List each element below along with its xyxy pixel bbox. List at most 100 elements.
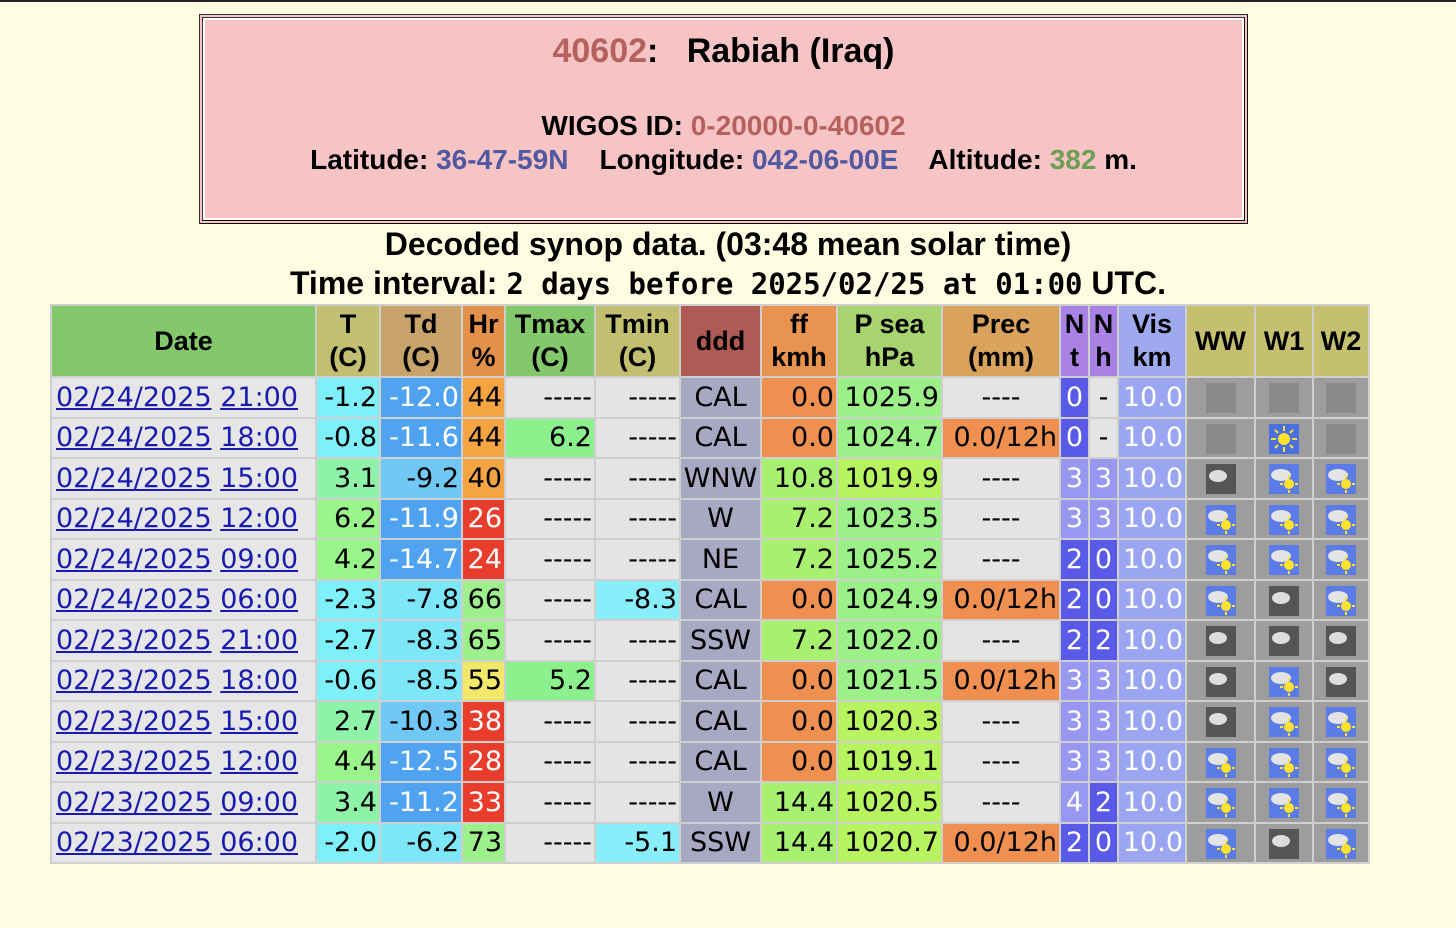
date-cell: 02/23/2025 09:00	[52, 783, 315, 822]
low-cloud-cell: 3	[1090, 702, 1117, 741]
time-link[interactable]: 06:00	[220, 584, 298, 615]
date-link[interactable]: 02/23/2025	[56, 787, 212, 818]
col-vis-l1: Vis	[1131, 309, 1173, 339]
cloud-sun-icon	[1269, 464, 1299, 494]
cloud-moon-icon	[1326, 626, 1356, 656]
col-psea-l2: hPa	[864, 342, 915, 372]
weather-w1-cell	[1256, 702, 1312, 741]
col-tmax: Tmax (C)	[506, 306, 594, 376]
page-heading: Decoded synop data. (03:48 mean solar ti…	[384, 226, 1072, 262]
precipitation-cell: ----	[943, 459, 1059, 498]
time-link[interactable]: 21:00	[220, 382, 298, 413]
precipitation-cell: ----	[943, 621, 1059, 660]
date-cell: 02/23/2025 15:00	[52, 702, 315, 741]
tmax-cell: -----	[506, 742, 594, 781]
temperature-cell: -1.2	[317, 378, 379, 417]
weather-ww-cell	[1187, 621, 1254, 660]
dewpoint-cell: -8.5	[381, 661, 461, 700]
date-link[interactable]: 02/23/2025	[56, 706, 212, 737]
wind-direction-cell: W	[681, 499, 760, 538]
col-t: T (C)	[317, 306, 379, 376]
col-ff-l2: kmh	[771, 342, 827, 372]
table-row: 02/24/2025 06:00 -2.3 -7.8 66 ----- -8.3 CAL 0.…	[52, 580, 1368, 619]
date-link[interactable]: 02/24/2025	[56, 382, 212, 413]
wigos-label: WIGOS ID:	[541, 110, 683, 141]
date-cell: 02/23/2025 18:00	[52, 661, 315, 700]
date-link[interactable]: 02/24/2025	[56, 584, 212, 615]
visibility-cell: 10.0	[1119, 823, 1185, 862]
weather-w1-cell	[1256, 459, 1312, 498]
time-interval-suffix: UTC.	[1091, 265, 1167, 301]
visibility-cell: 10.0	[1119, 702, 1185, 741]
weather-w1-cell	[1256, 378, 1312, 417]
date-link[interactable]: 02/24/2025	[56, 544, 212, 575]
wind-speed-cell: 0.0	[762, 661, 836, 700]
date-link[interactable]: 02/23/2025	[56, 827, 212, 858]
date-cell: 02/24/2025 18:00	[52, 418, 315, 457]
total-cloud-cell: 2	[1061, 580, 1088, 619]
weather-ww-cell	[1187, 783, 1254, 822]
humidity-cell: 44	[463, 418, 504, 457]
time-link[interactable]: 18:00	[220, 422, 298, 453]
low-cloud-cell: 0	[1090, 580, 1117, 619]
moon-icon	[1326, 383, 1356, 413]
humidity-cell: 40	[463, 459, 504, 498]
time-link[interactable]: 21:00	[220, 625, 298, 656]
time-link[interactable]: 15:00	[220, 706, 298, 737]
date-link[interactable]: 02/24/2025	[56, 422, 212, 453]
col-w1: W1	[1256, 306, 1312, 376]
visibility-cell: 10.0	[1119, 459, 1185, 498]
weather-ww-cell	[1187, 661, 1254, 700]
low-cloud-cell: 3	[1090, 459, 1117, 498]
date-cell: 02/24/2025 15:00	[52, 459, 315, 498]
date-link[interactable]: 02/24/2025	[56, 503, 212, 534]
cloud-moon-icon	[1205, 666, 1236, 697]
wind-speed-cell: 0.0	[762, 378, 836, 417]
coordinates-line: Latitude: 36-47-59N Longitude: 042-06-00…	[203, 144, 1244, 176]
weather-ww-cell	[1187, 823, 1254, 862]
wind-direction-cell: CAL	[681, 702, 760, 741]
col-td-l2: (C)	[402, 342, 440, 372]
time-link[interactable]: 18:00	[220, 665, 298, 696]
time-link[interactable]: 09:00	[220, 544, 298, 575]
cloud-moon-icon	[1205, 626, 1236, 656]
altitude-unit: m.	[1104, 144, 1137, 175]
humidity-cell: 55	[463, 661, 504, 700]
col-w2: W2	[1314, 306, 1368, 376]
date-link[interactable]: 02/24/2025	[56, 463, 212, 494]
time-link[interactable]: 15:00	[220, 463, 298, 494]
wind-direction-cell: CAL	[681, 378, 760, 417]
longitude-label: Longitude:	[599, 144, 745, 175]
col-hr-l2: %	[471, 342, 496, 372]
time-interval-value: 2 days before 2025/02/25 at 01:00	[506, 267, 1083, 301]
date-link[interactable]: 02/23/2025	[56, 665, 212, 696]
table-row: 02/23/2025 12:00 4.4 -12.5 28 ----- ----- CAL 0…	[52, 742, 1368, 781]
time-link[interactable]: 06:00	[220, 827, 298, 858]
date-cell: 02/24/2025 06:00	[52, 580, 315, 619]
tmin-cell: -----	[596, 702, 679, 741]
dewpoint-cell: -10.3	[381, 702, 461, 741]
pressure-cell: 1025.9	[838, 378, 941, 417]
table-row: 02/23/2025 18:00 -0.6 -8.5 55 5.2 ----- CAL 0.0…	[52, 661, 1368, 700]
latitude-label: Latitude:	[310, 144, 429, 175]
col-td-l1: Td	[404, 309, 438, 339]
date-link[interactable]: 02/23/2025	[56, 746, 212, 777]
time-link[interactable]: 12:00	[220, 503, 298, 534]
wigos-id: 0-20000-0-40602	[690, 110, 906, 141]
time-link[interactable]: 12:00	[220, 746, 298, 777]
pressure-cell: 1023.5	[838, 499, 941, 538]
cloud-moon-icon	[1205, 707, 1236, 737]
time-link[interactable]: 09:00	[220, 787, 298, 818]
tmax-cell: 5.2	[506, 661, 594, 700]
pressure-cell: 1024.9	[838, 580, 941, 619]
table-header-row: Date T (C) Td (C) Hr% Tmax (C) Tmin (C) ddd …	[52, 306, 1368, 376]
col-psea: P sea hPa	[838, 306, 941, 376]
date-link[interactable]: 02/23/2025	[56, 625, 212, 656]
weather-w2-cell	[1314, 702, 1368, 741]
table-row: 02/24/2025 15:00 3.1 -9.2 40 ----- ----- WNW 10…	[52, 459, 1368, 498]
dewpoint-cell: -11.9	[381, 499, 461, 538]
cloud-moon-icon	[1269, 626, 1299, 656]
col-t-l1: T	[339, 309, 357, 339]
col-tmax-l2: (C)	[531, 342, 569, 372]
cloud-sun-icon	[1326, 828, 1356, 859]
